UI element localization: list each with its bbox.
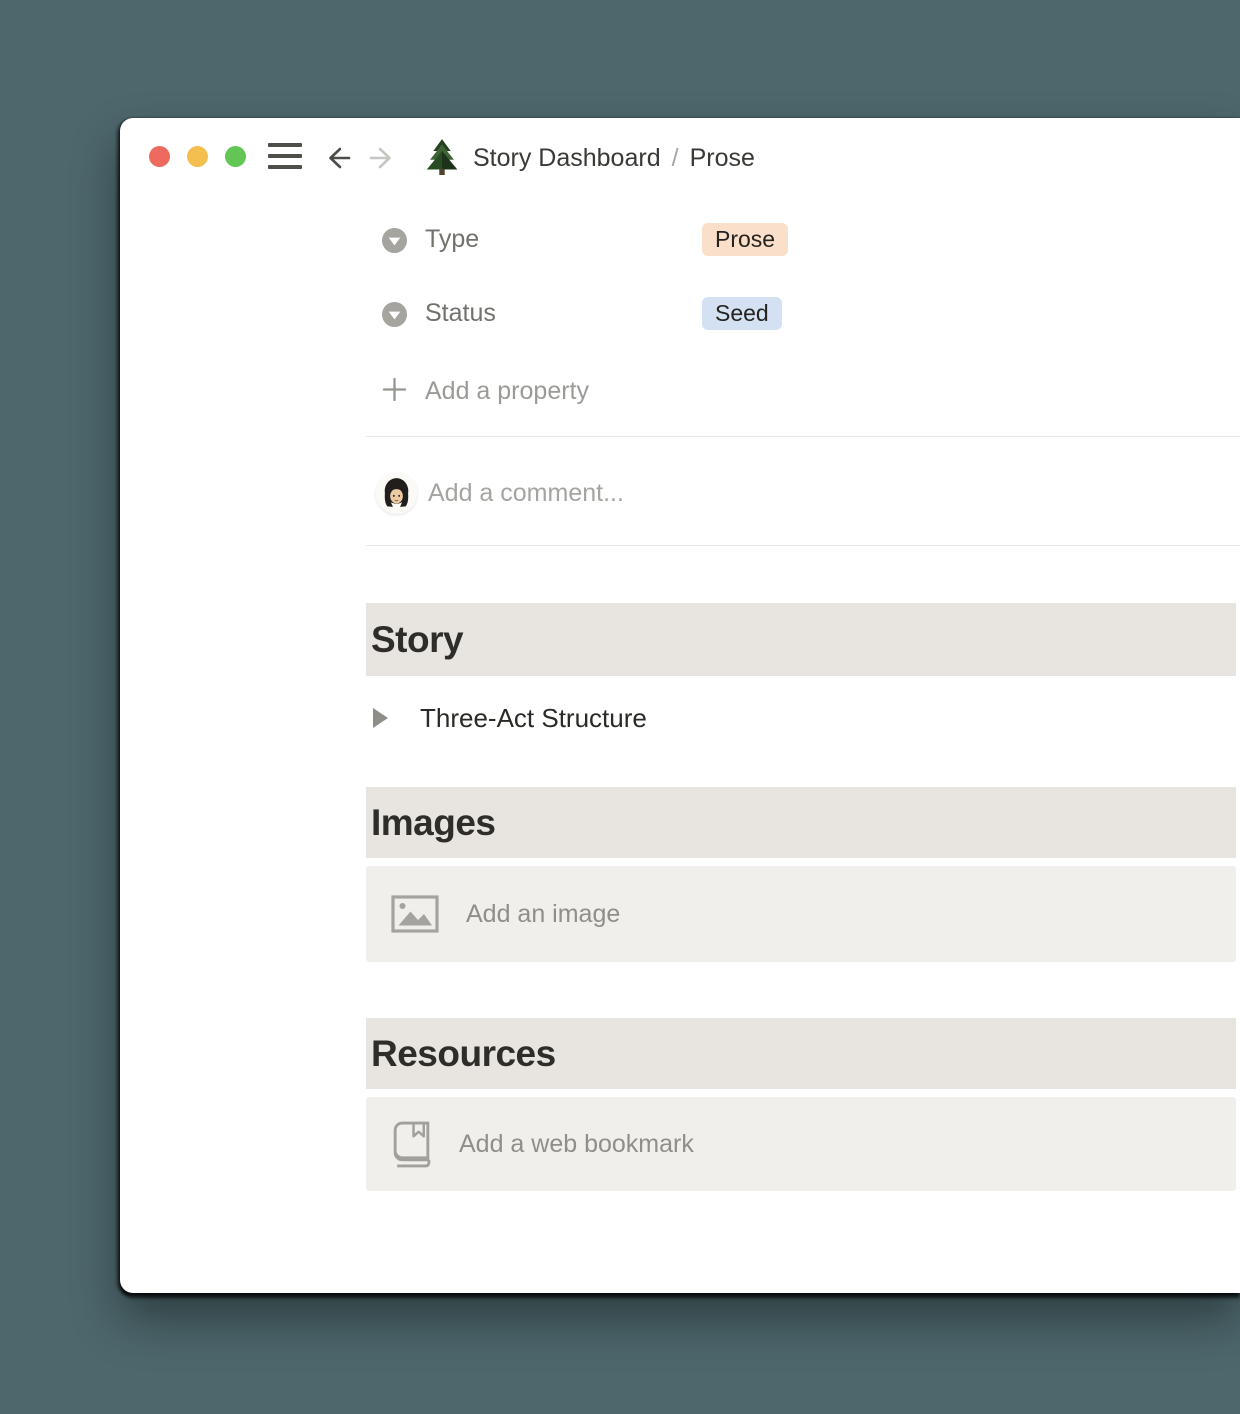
- traffic-lights: [149, 146, 246, 167]
- back-button[interactable]: [323, 143, 353, 173]
- forward-arrow-icon: [369, 147, 391, 169]
- back-arrow-icon: [329, 147, 351, 169]
- add-property-button[interactable]: Add a property: [425, 375, 589, 407]
- section-story-heading-band: Story: [366, 603, 1236, 676]
- toggle-row-three-act[interactable]: Three-Act Structure: [366, 696, 647, 740]
- plus-icon[interactable]: [381, 376, 408, 403]
- chevron-circle-icon[interactable]: [381, 227, 408, 254]
- image-icon: [391, 895, 439, 933]
- hamburger-icon: [268, 143, 302, 147]
- page-background: { "colors": { "page_background": "#4d676…: [0, 0, 1240, 1414]
- book-bookmark-icon: [393, 1121, 431, 1167]
- triangle-right-icon[interactable]: [373, 708, 388, 728]
- comment-input[interactable]: Add a comment...: [428, 477, 624, 510]
- user-avatar: [376, 473, 417, 514]
- minimize-button[interactable]: [187, 146, 208, 167]
- breadcrumb-root-link[interactable]: Story Dashboard: [473, 144, 661, 173]
- forward-button[interactable]: [367, 143, 397, 173]
- breadcrumb: Story Dashboard / Prose: [473, 144, 755, 172]
- bookmark-placeholder-label: Add a web bookmark: [459, 1129, 694, 1158]
- section-images-heading-band: Images: [366, 787, 1236, 858]
- add-image-button[interactable]: Add an image: [366, 866, 1236, 962]
- property-label-status[interactable]: Status: [425, 297, 496, 330]
- sidebar-toggle-button[interactable]: [268, 143, 302, 169]
- toggle-label[interactable]: Three-Act Structure: [420, 703, 647, 734]
- pine-tree-icon[interactable]: [424, 138, 460, 175]
- property-label-type[interactable]: Type: [425, 223, 479, 256]
- breadcrumb-current: Prose: [689, 143, 755, 172]
- property-value-chip-status[interactable]: Seed: [702, 297, 782, 330]
- close-button[interactable]: [149, 146, 170, 167]
- breadcrumb-separator: /: [671, 143, 679, 172]
- add-web-bookmark-button[interactable]: Add a web bookmark: [366, 1097, 1236, 1191]
- section-heading-story: Story: [371, 618, 464, 660]
- section-resources-heading-band: Resources: [366, 1018, 1236, 1089]
- divider: [366, 436, 1240, 437]
- section-heading-images: Images: [371, 801, 496, 843]
- section-heading-resources: Resources: [371, 1032, 556, 1074]
- chevron-circle-icon[interactable]: [381, 301, 408, 328]
- divider: [366, 545, 1240, 546]
- app-window: Story Dashboard / Prose Type Prose Statu…: [120, 118, 1240, 1293]
- image-placeholder-label: Add an image: [466, 899, 621, 928]
- zoom-button[interactable]: [225, 146, 246, 167]
- property-value-chip-type[interactable]: Prose: [702, 223, 789, 256]
